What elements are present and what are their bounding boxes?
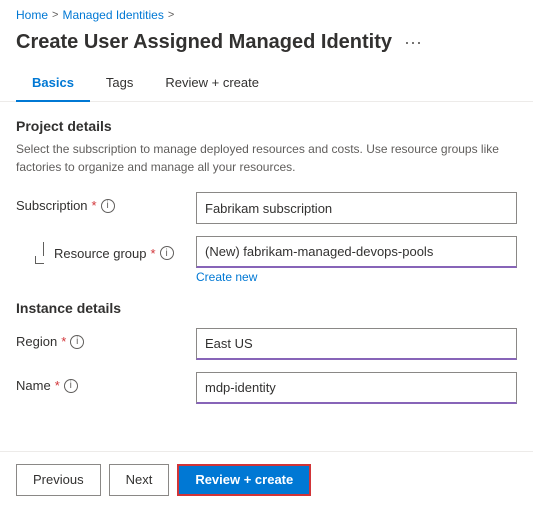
form-content: Project details Select the subscription …: [0, 102, 533, 413]
resource-group-group: Resource group * i Create new: [16, 236, 517, 284]
connector-lines: [32, 242, 48, 264]
project-details-desc: Select the subscription to manage deploy…: [16, 140, 517, 176]
previous-button[interactable]: Previous: [16, 464, 101, 496]
name-group: Name * i: [16, 372, 517, 404]
page-title-row: Create User Assigned Managed Identity ··…: [0, 26, 533, 67]
name-label: Name * i: [16, 378, 196, 393]
subscription-required: *: [92, 198, 97, 213]
tab-basics[interactable]: Basics: [16, 67, 90, 102]
next-button[interactable]: Next: [109, 464, 170, 496]
review-create-button[interactable]: Review + create: [177, 464, 311, 496]
resource-group-info-icon[interactable]: i: [160, 246, 174, 260]
name-input[interactable]: [196, 372, 517, 404]
region-label: Region * i: [16, 334, 196, 349]
subscription-label: Subscription * i: [16, 198, 196, 213]
resource-group-required: *: [151, 246, 156, 261]
name-required: *: [55, 378, 60, 393]
resource-group-input[interactable]: [196, 236, 517, 268]
breadcrumb-managed-identities[interactable]: Managed Identities: [62, 8, 163, 22]
subscription-info-icon[interactable]: i: [101, 199, 115, 213]
region-group: Region * i: [16, 328, 517, 360]
project-details-title: Project details: [16, 118, 517, 134]
tab-tags[interactable]: Tags: [90, 67, 149, 102]
tabs-row: Basics Tags Review + create: [0, 67, 533, 102]
resource-group-label: Resource group * i: [54, 246, 174, 261]
region-input[interactable]: [196, 328, 517, 360]
breadcrumb-sep-1: >: [52, 9, 58, 21]
ellipsis-button[interactable]: ···: [400, 30, 426, 55]
create-new-link[interactable]: Create new: [196, 270, 517, 284]
breadcrumb: Home > Managed Identities >: [0, 0, 533, 26]
page-title: Create User Assigned Managed Identity: [16, 31, 392, 54]
region-required: *: [61, 334, 66, 349]
subscription-group: Subscription * i: [16, 192, 517, 224]
tab-review-create[interactable]: Review + create: [149, 67, 275, 102]
instance-details-title: Instance details: [16, 300, 517, 316]
name-info-icon[interactable]: i: [64, 379, 78, 393]
breadcrumb-home[interactable]: Home: [16, 8, 48, 22]
footer: Previous Next Review + create: [0, 451, 533, 507]
region-info-icon[interactable]: i: [70, 335, 84, 349]
subscription-input[interactable]: [196, 192, 517, 224]
breadcrumb-sep-2: >: [168, 9, 174, 21]
